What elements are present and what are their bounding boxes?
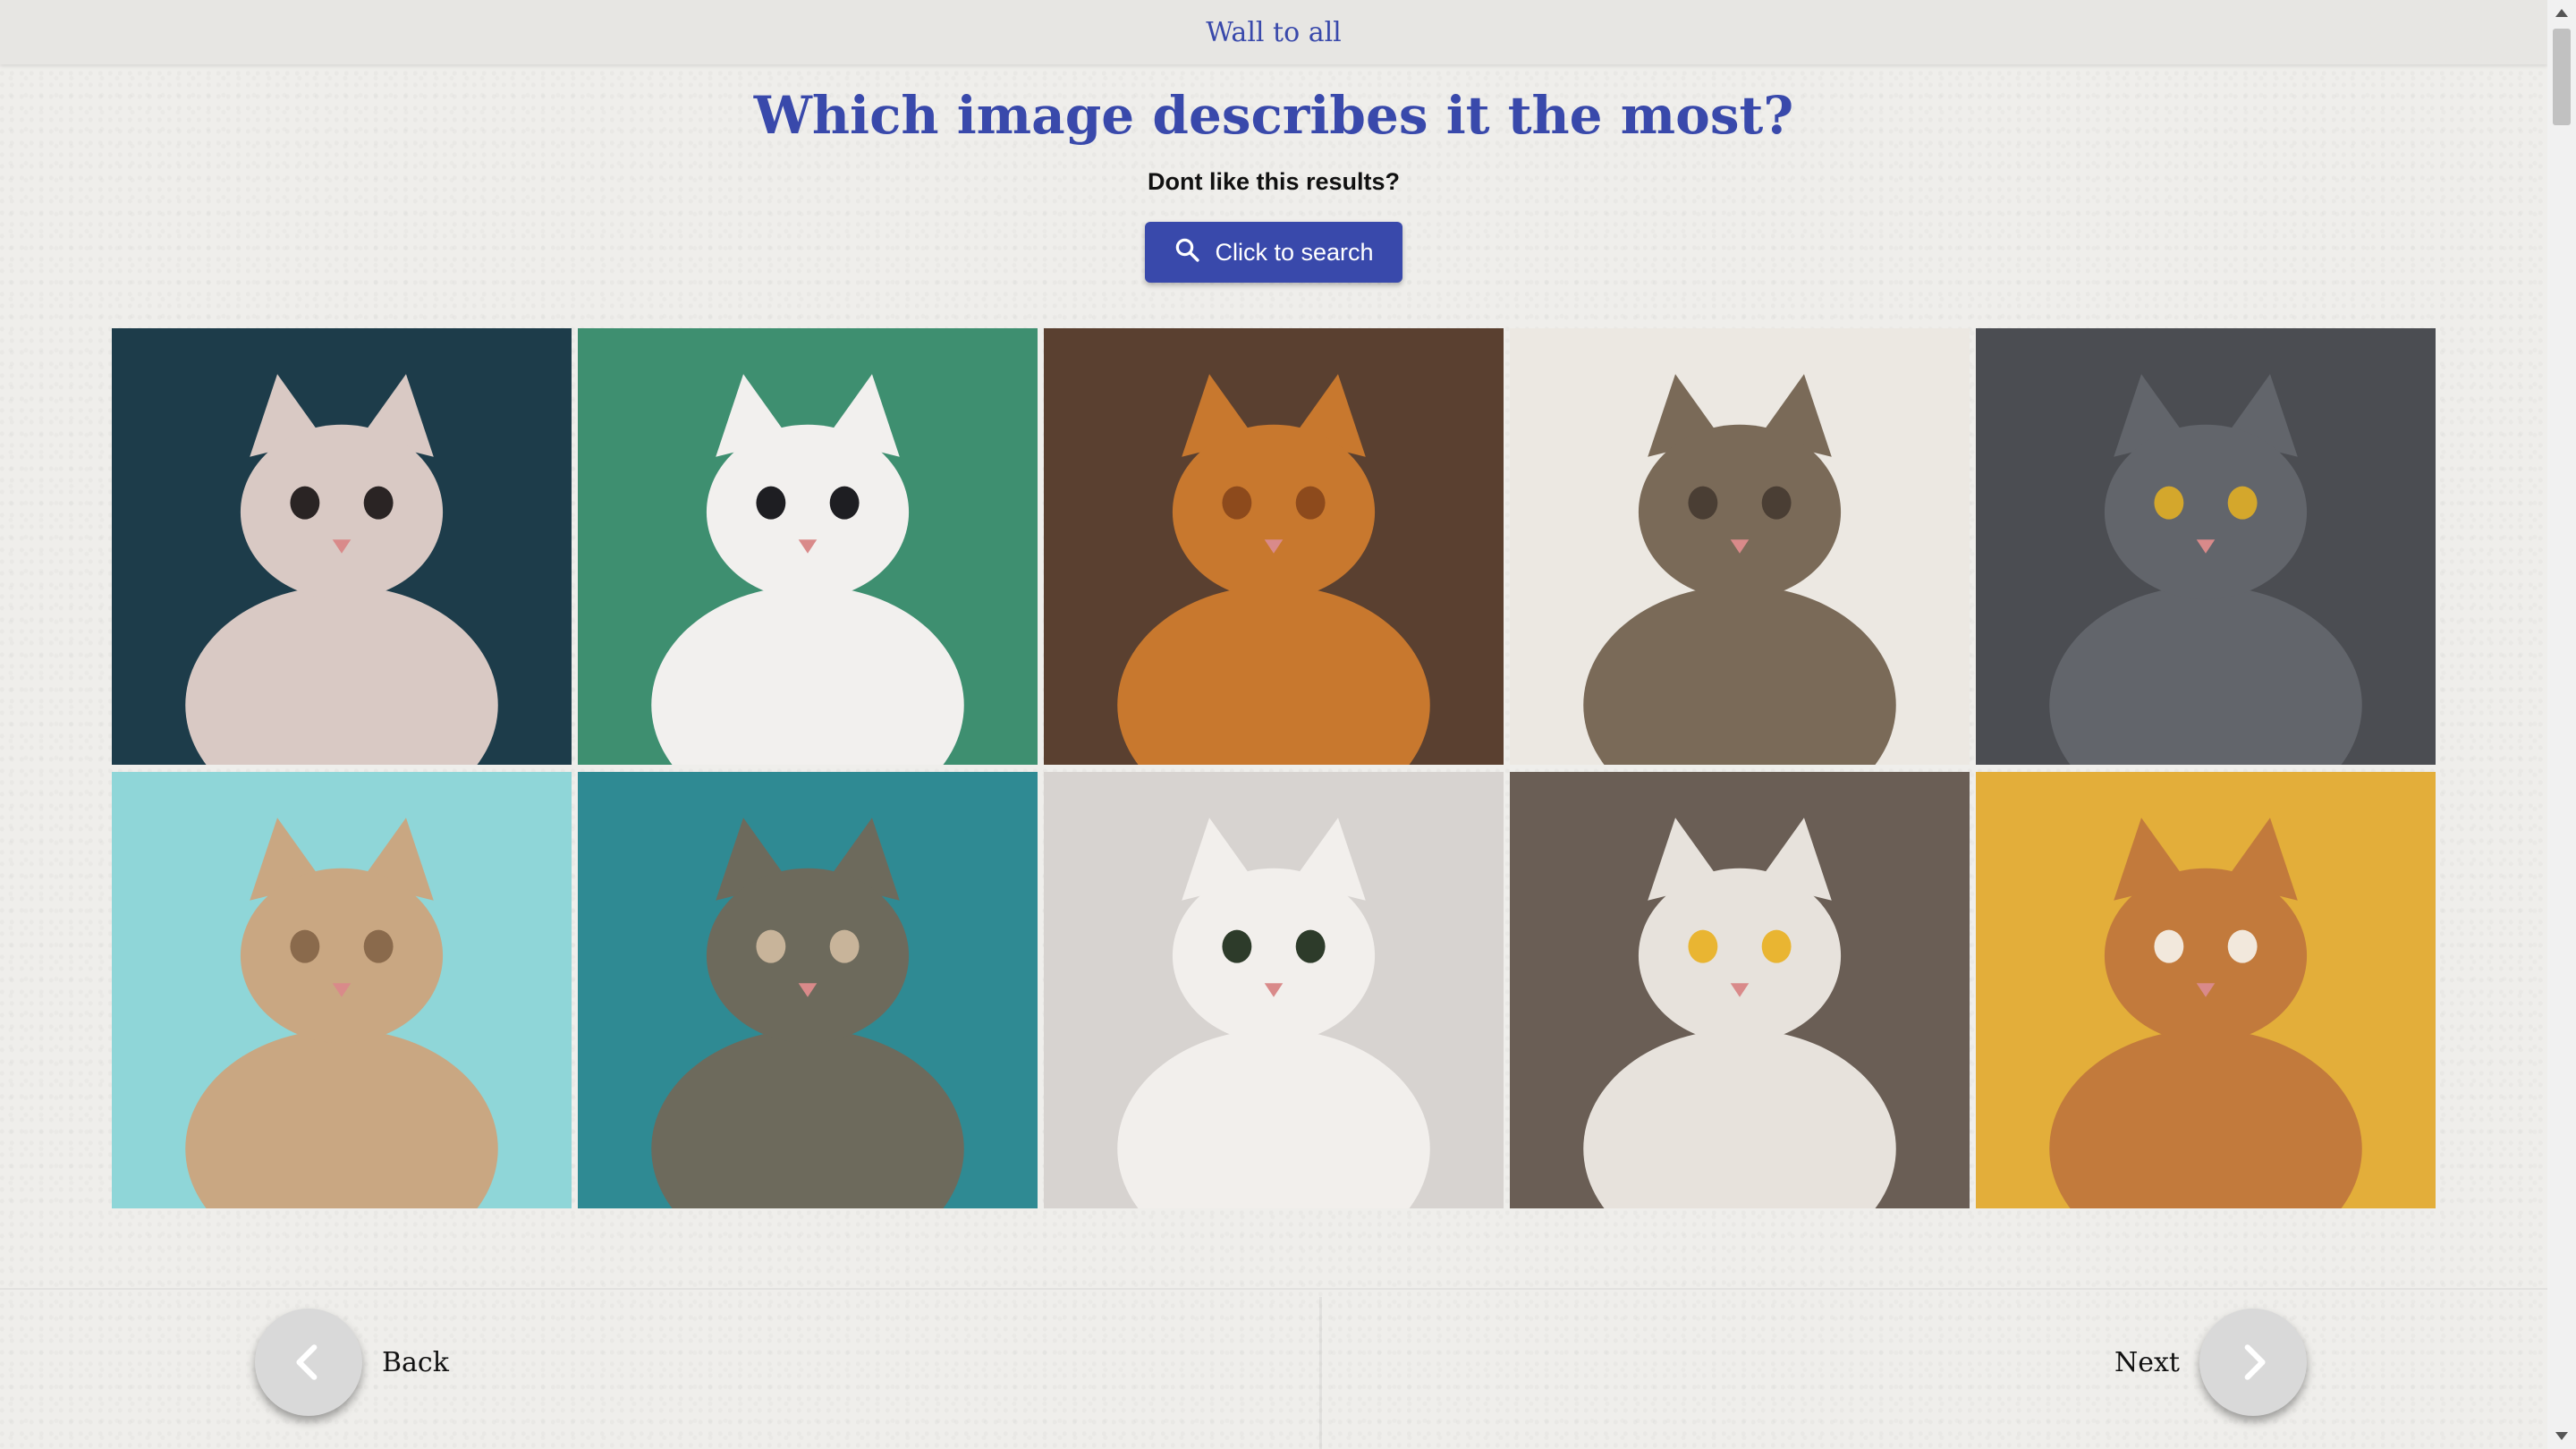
- scroll-down-arrow-icon[interactable]: [2555, 1432, 2568, 1440]
- back-nav[interactable]: Back: [255, 1309, 449, 1416]
- black-white-cat-green-image[interactable]: [578, 328, 1038, 765]
- kitten-reaching-up-image[interactable]: [112, 772, 572, 1208]
- top-bar: Wall to all: [0, 0, 2547, 64]
- next-label: Next: [2114, 1346, 2180, 1378]
- search-icon: [1174, 236, 1200, 269]
- cat-with-butterfly-image[interactable]: [112, 328, 572, 765]
- page-title: Which image describes it the most?: [753, 85, 1794, 146]
- orange-fluffy-cat-image[interactable]: [1044, 328, 1504, 765]
- search-button[interactable]: Click to search: [1145, 222, 1402, 283]
- wall-to-all-link[interactable]: Wall to all: [1206, 17, 1342, 48]
- search-button-label: Click to search: [1215, 238, 1374, 266]
- happy-cat-bandana-image[interactable]: [1510, 772, 1970, 1208]
- scroll-up-arrow-icon[interactable]: [2555, 9, 2568, 17]
- gray-cat-sunglasses-image[interactable]: [1976, 328, 2436, 765]
- tabby-cat-on-stairs-image[interactable]: [1510, 328, 1970, 765]
- scrollbar-thumb[interactable]: [2553, 29, 2571, 125]
- ginger-cat-yellow-image[interactable]: [1976, 772, 2436, 1208]
- wall-crack: [1319, 1297, 1322, 1449]
- wall-seam: [0, 1288, 2547, 1290]
- tabby-cat-peeking-image[interactable]: [578, 772, 1038, 1208]
- chevron-right-icon: [2244, 1344, 2266, 1380]
- back-label: Back: [382, 1346, 449, 1378]
- vertical-scrollbar[interactable]: [2547, 0, 2576, 1449]
- next-nav[interactable]: Next: [2114, 1309, 2307, 1416]
- chevron-left-icon: [296, 1344, 318, 1380]
- next-button[interactable]: [2199, 1309, 2307, 1416]
- surprised-white-cat-image[interactable]: [1044, 772, 1504, 1208]
- back-button[interactable]: [255, 1309, 362, 1416]
- subtitle-text: Dont like this results?: [1147, 168, 1401, 195]
- image-grid: [112, 328, 2437, 1208]
